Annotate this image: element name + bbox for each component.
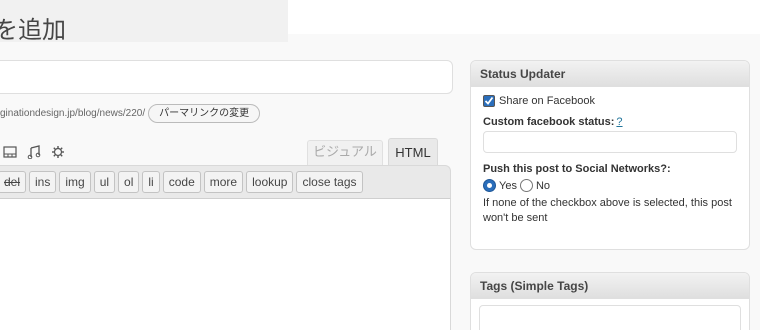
- custom-status-colon: :: [610, 116, 615, 128]
- tab-html[interactable]: HTML: [388, 138, 438, 166]
- push-yes-label: Yes: [499, 179, 517, 192]
- tags-box: Tags (Simple Tags): [470, 272, 750, 330]
- qt-li-button[interactable]: li: [142, 171, 160, 193]
- gear-icon[interactable]: [50, 144, 66, 160]
- share-facebook-checkbox[interactable]: [483, 95, 495, 107]
- qt-ol-button[interactable]: ol: [118, 171, 140, 193]
- tags-box-title[interactable]: Tags (Simple Tags): [471, 273, 749, 299]
- share-facebook-label: Share on Facebook: [499, 95, 596, 107]
- custom-status-input[interactable]: [483, 131, 737, 153]
- qt-code-button[interactable]: code: [162, 171, 201, 193]
- qt-img-button[interactable]: img: [59, 171, 91, 193]
- custom-status-help-link[interactable]: ?: [616, 116, 622, 128]
- custom-status-label: Custom facebook status: [483, 116, 611, 128]
- music-icon[interactable]: [26, 144, 42, 160]
- tab-visual[interactable]: ビジュアル: [307, 140, 383, 166]
- media-buttons: [2, 144, 66, 160]
- status-updater-box: Status Updater Share on Facebook Custom …: [470, 60, 750, 250]
- push-social-label: Push this post to Social Networks?:: [483, 163, 671, 175]
- image-icon[interactable]: [2, 144, 18, 160]
- qt-lookup-button[interactable]: lookup: [246, 171, 294, 193]
- qt-del-button[interactable]: del: [0, 171, 27, 193]
- qt-more-button[interactable]: more: [203, 171, 244, 193]
- push-yes-radio[interactable]: [483, 179, 496, 192]
- qt-ul-button[interactable]: ul: [93, 171, 116, 193]
- page-title: を追加: [0, 16, 66, 44]
- change-permalink-button[interactable]: パーマリンクの変更: [148, 103, 261, 123]
- push-no-label: No: [535, 179, 551, 192]
- status-updater-title[interactable]: Status Updater: [471, 61, 749, 87]
- permalink-url[interactable]: ginationdesign.jp/blog/news/220/: [0, 108, 145, 119]
- post-title-input[interactable]: [0, 60, 453, 94]
- push-no-radio[interactable]: [519, 179, 533, 192]
- content-textarea[interactable]: [0, 199, 451, 330]
- quicktags-toolbar: del ins img ul ol li code more lookup cl…: [0, 165, 451, 199]
- qt-ins-button[interactable]: ins: [29, 171, 57, 193]
- tags-input[interactable]: [479, 305, 741, 330]
- permalink-row: ginationdesign.jp/blog/news/220/ パーマリンクの…: [0, 103, 261, 123]
- qt-close-tags-button[interactable]: close tags: [296, 171, 363, 193]
- push-note: If none of the checkbox above is selecte…: [483, 197, 732, 224]
